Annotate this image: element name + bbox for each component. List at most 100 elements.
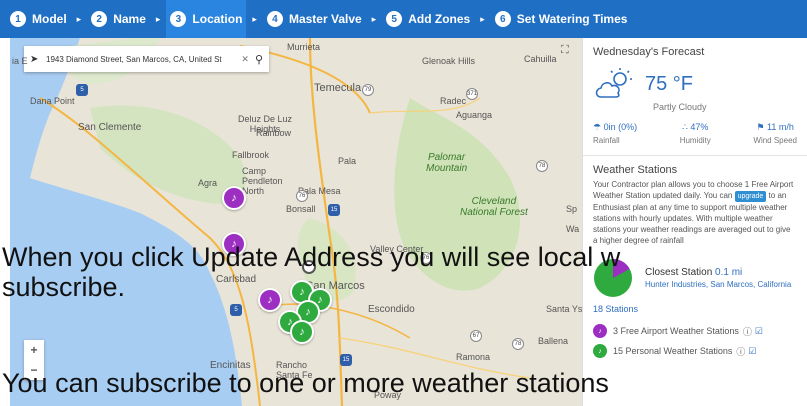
setup-step-bar: 1 Model ▸ 2 Name ▸ 3 Location ▸ 4 Master Val…	[0, 0, 807, 38]
info-icon[interactable]: ⓘ	[736, 345, 745, 358]
wind-value: 11 m/h	[767, 122, 794, 132]
closest-distance: 0.1 mi	[715, 267, 743, 278]
map-label: Aguanga	[456, 110, 493, 120]
humidity-value: 47%	[690, 122, 709, 132]
fullscreen-icon[interactable]: ⛶	[561, 44, 569, 57]
highway-shield: 76	[296, 190, 308, 202]
step-label: Set Watering Times	[516, 12, 628, 26]
map-label: Pala	[338, 156, 357, 166]
step-label: Master Valve	[288, 12, 362, 26]
stations-count: 18 Stations	[593, 304, 639, 314]
step-label: Model	[32, 12, 67, 26]
step-number: 4	[266, 11, 283, 27]
step-label: Add Zones	[408, 12, 471, 26]
step-label: Location	[192, 12, 243, 26]
map-label: Sp	[566, 204, 578, 214]
map-label: Glenoak Hills	[422, 56, 476, 66]
humidity-stat: ∴ 47% Humidity	[680, 122, 711, 145]
chevron-right-icon: ▸	[480, 13, 485, 24]
map-label: Rainbow	[256, 128, 292, 138]
highway-shield: 79	[362, 84, 374, 96]
zoom-in-button[interactable]: +	[24, 340, 44, 360]
station-map[interactable]: ➤ 1943 Diamond Street, San Marcos, CA, U…	[10, 38, 582, 406]
step-model[interactable]: 1 Model	[6, 0, 71, 38]
map-label: Bonsall	[286, 204, 316, 214]
map-label: Carlsbad	[216, 274, 257, 285]
airport-stations-row[interactable]: ♪ 3 Free Airport Weather Stations ⓘ ☑	[593, 324, 797, 338]
map-label: Murrieta	[287, 42, 321, 52]
map-label: Temecula	[314, 82, 362, 94]
chevron-right-icon: ▸	[155, 13, 161, 24]
map-label: Cleveland National Forest	[460, 196, 528, 218]
forecast-title: Wednesday's Forecast	[593, 46, 705, 58]
chevron-right-icon: ▸	[252, 13, 257, 24]
interstate-shield: 5	[230, 304, 242, 316]
address-search-box[interactable]: ➤ 1943 Diamond Street, San Marcos, CA, U…	[24, 46, 269, 72]
personal-stations-row[interactable]: ♪ 15 Personal Weather Stations ⓘ ☑	[593, 344, 797, 358]
highway-shield: 78	[536, 160, 548, 172]
location-arrow-icon[interactable]: ➤	[30, 54, 40, 65]
forecast-condition: Partly Cloudy	[653, 102, 707, 112]
step-number: 3	[170, 11, 187, 27]
map-label: Santa Ys	[546, 304, 582, 314]
map-label: Cahuilla	[524, 54, 557, 64]
rainfall-label: Rainfall	[593, 136, 620, 145]
step-location[interactable]: 3 Location	[166, 0, 247, 38]
weather-panel: Wednesday's Forecast 75 °F Partly Cloudy…	[582, 38, 807, 406]
map-label: San Clemente	[78, 122, 142, 133]
step-set-watering-times[interactable]: 6 Set Watering Times	[491, 0, 632, 38]
forecast-temperature: 75 °F	[645, 72, 694, 95]
airport-station-marker[interactable]: ♪	[222, 186, 246, 210]
highway-shield: 67	[470, 330, 482, 342]
personal-station-icon: ♪	[593, 344, 607, 358]
rainfall-value: 0in (0%)	[603, 122, 638, 132]
address-input[interactable]: 1943 Diamond Street, San Marcos, CA, Uni…	[46, 55, 235, 64]
wind-label: Wind Speed	[753, 136, 797, 145]
step-number: 1	[10, 11, 26, 27]
caption-line: subscribe.	[2, 272, 126, 302]
humidity-label: Humidity	[679, 136, 711, 145]
map-label: ia E	[12, 56, 28, 66]
caption-line: You can subscribe to one or more weather…	[2, 368, 609, 398]
interstate-shield: 5	[76, 84, 88, 96]
map-label: Camp Pendleton North	[242, 166, 283, 196]
map-terrain	[10, 38, 531, 406]
checkbox-icon[interactable]: ☑	[748, 346, 756, 357]
clear-icon[interactable]: ✕	[241, 54, 249, 65]
airport-stations-label: 3 Free Airport Weather Stations	[613, 326, 739, 336]
rainfall-stat: ☂ 0in (0%) Rainfall	[593, 122, 637, 145]
map-label: Agra	[198, 178, 218, 188]
interstate-shield: 15	[328, 204, 340, 216]
interstate-shield: 15	[340, 354, 352, 366]
chevron-right-icon: ▸	[76, 13, 82, 24]
map-label: Palomar Mountain	[426, 152, 468, 174]
step-number: 5	[386, 11, 403, 27]
closest-location-link[interactable]: Hunter Industries, San Marcos, Californi…	[645, 280, 791, 289]
step-add-zones[interactable]: 5 Add Zones	[382, 0, 474, 38]
upgrade-link[interactable]: upgrade	[734, 191, 767, 202]
weather-stations-title: Weather Stations	[593, 164, 678, 176]
step-label: Name	[113, 12, 146, 26]
step-number: 2	[91, 11, 108, 27]
map-label: Dana Point	[30, 96, 75, 106]
airport-station-marker[interactable]: ♪	[258, 288, 282, 312]
map-label: Wa	[566, 224, 580, 234]
map-label: Ramona	[456, 352, 491, 362]
wind-stat: ⚑ 11 m/h Wind Speed	[753, 122, 797, 145]
closest-label: Closest Station	[645, 267, 713, 278]
highway-shield: 78	[512, 338, 524, 350]
droplet-icon: ∴	[682, 122, 688, 132]
partly-cloudy-icon	[593, 67, 635, 101]
step-number: 6	[494, 11, 511, 27]
airport-station-icon: ♪	[593, 324, 607, 338]
checkbox-icon[interactable]: ☑	[755, 326, 763, 337]
personal-station-marker[interactable]: ♪	[290, 320, 314, 344]
closest-station: Closest Station 0.1 mi Hunter Industries…	[593, 258, 797, 298]
search-icon[interactable]: ⚲	[255, 53, 263, 66]
caption-line: When you click Update Address you will s…	[2, 242, 621, 272]
step-master-valve[interactable]: 4 Master Valve	[263, 0, 366, 38]
map-label: Escondido	[368, 304, 415, 315]
info-icon[interactable]: ⓘ	[743, 325, 752, 338]
divider	[583, 155, 807, 156]
step-name[interactable]: 2 Name	[87, 0, 150, 38]
